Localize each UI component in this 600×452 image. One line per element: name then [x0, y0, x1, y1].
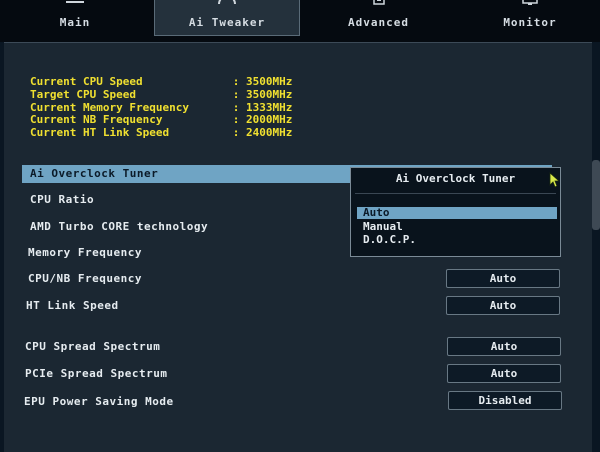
top-tab-bar: Main Ai Tweaker Advanced Monitor: [0, 0, 600, 42]
setting-cpu-nb-frequency[interactable]: CPU/NB Frequency: [28, 270, 142, 288]
tab-advanced-label: Advanced: [348, 16, 409, 29]
cpu-nb-frequency-value[interactable]: Auto: [446, 269, 560, 288]
scrollbar[interactable]: [592, 160, 600, 230]
info-separator: :: [232, 126, 240, 140]
cpu-spread-spectrum-value[interactable]: Auto: [447, 337, 561, 356]
list-icon: [66, 1, 84, 3]
info-row-ht-link-speed: Current HT Link Speed:2400MHz: [30, 126, 293, 140]
popup-option-docp[interactable]: D.O.C.P.: [357, 234, 557, 246]
info-value: 3500MHz: [246, 75, 293, 88]
info-value: 2000MHz: [246, 113, 293, 127]
system-info-block: Current CPU Speed:3500MHz Target CPU Spe…: [30, 75, 293, 140]
ht-link-speed-value[interactable]: Auto: [446, 296, 560, 315]
setting-amd-turbo-core[interactable]: AMD Turbo CORE technology: [30, 218, 208, 236]
popup-option-auto[interactable]: Auto: [357, 207, 557, 219]
setting-cpu-spread-spectrum[interactable]: CPU Spread Spectrum: [25, 338, 160, 356]
tab-monitor[interactable]: Monitor: [460, 0, 600, 36]
mouse-cursor-icon: [549, 172, 561, 188]
setting-pcie-spread-spectrum[interactable]: PCIe Spread Spectrum: [25, 365, 167, 383]
pcie-spread-spectrum-value[interactable]: Auto: [447, 364, 561, 383]
info-value: 1333MHz: [246, 100, 293, 114]
info-separator: :: [232, 75, 240, 88]
tab-main-label: Main: [59, 16, 91, 29]
tab-monitor-label: Monitor: [503, 16, 557, 29]
info-label: Target CPU Speed: [30, 87, 136, 101]
setting-ht-link-speed[interactable]: HT Link Speed: [26, 297, 119, 315]
info-value: 2400MHz: [246, 126, 293, 140]
setting-cpu-ratio[interactable]: CPU Ratio: [30, 191, 94, 209]
popup-title: Ai Overclock Tuner: [395, 172, 516, 185]
tab-ai-tweaker[interactable]: Ai Tweaker: [154, 0, 300, 36]
info-label: Current HT Link Speed: [30, 126, 170, 140]
epu-power-saving-value[interactable]: Disabled: [448, 391, 562, 410]
setting-memory-frequency[interactable]: Memory Frequency: [28, 244, 142, 262]
info-value: 3500MHz: [246, 87, 293, 101]
setting-epu-power-saving[interactable]: EPU Power Saving Mode: [24, 393, 174, 411]
monitor-icon: [522, 0, 538, 5]
info-label: Current CPU Speed: [30, 75, 143, 88]
chip-icon: [372, 0, 385, 5]
gauge-icon: [218, 0, 236, 5]
popup-option-manual[interactable]: Manual: [357, 221, 557, 233]
popup-divider: [355, 193, 556, 194]
ai-overclock-tuner-popup: Ai Overclock Tuner Auto Manual D.O.C.P.: [350, 167, 561, 257]
tab-main[interactable]: Main: [10, 0, 140, 36]
info-separator: :: [232, 87, 240, 101]
tab-advanced[interactable]: Advanced: [307, 0, 450, 36]
tab-ai-tweaker-label: Ai Tweaker: [188, 16, 266, 29]
